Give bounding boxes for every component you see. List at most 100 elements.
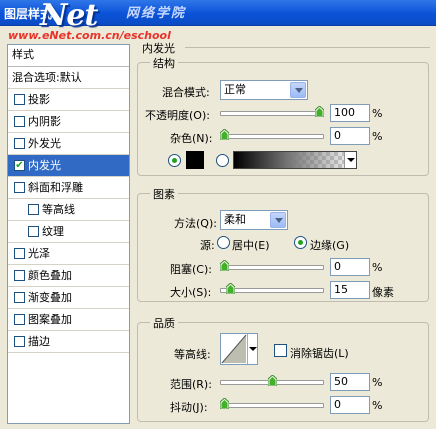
style-list-item[interactable]: 描边 (8, 331, 129, 353)
contour-label: 等高线: (174, 348, 211, 361)
jitter-unit: % (372, 399, 383, 412)
chevron-down-icon[interactable] (290, 82, 306, 98)
choke-label: 阻塞(C): (170, 263, 212, 276)
style-list-item-label: 描边 (28, 335, 50, 348)
source-center-label: 居中(E) (232, 239, 270, 252)
style-list-item-label: 外发光 (28, 137, 61, 150)
style-list-item-label: 斜面和浮雕 (28, 181, 83, 194)
opacity-input[interactable]: 100 (330, 104, 370, 122)
range-label: 范围(R): (170, 378, 212, 391)
style-list-item[interactable]: 混合选项:默认 (8, 67, 129, 89)
noise-slider-track[interactable] (220, 134, 324, 139)
color-fill-radio[interactable] (168, 154, 181, 167)
structure-group-title: 结构 (150, 55, 178, 71)
style-checkbox[interactable] (14, 270, 25, 281)
style-list-item-label: 等高线 (42, 203, 75, 216)
choke-slider-thumb[interactable] (220, 260, 229, 271)
style-list-item-label: 颜色叠加 (28, 269, 72, 282)
contour-preview-icon (221, 334, 247, 364)
size-input[interactable]: 15 (330, 281, 370, 299)
source-center-radio[interactable] (217, 236, 230, 249)
style-list-item[interactable]: 投影 (8, 89, 129, 111)
style-checkbox[interactable] (14, 182, 25, 193)
jitter-input[interactable]: 0 (330, 396, 370, 414)
size-slider-thumb[interactable] (225, 283, 235, 294)
style-checkbox[interactable] (14, 248, 25, 259)
opacity-label: 不透明度(O): (145, 109, 210, 122)
chevron-down-icon[interactable] (270, 212, 286, 228)
style-list-item-label: 混合选项:默认 (12, 71, 82, 84)
style-list-item[interactable]: ✔ 内发光 (8, 155, 129, 177)
style-list-item[interactable]: 渐变叠加 (8, 287, 129, 309)
size-slider-track[interactable] (220, 288, 324, 293)
antialias-checkbox[interactable] (274, 344, 287, 357)
size-unit: 像素 (372, 286, 394, 299)
style-list-item[interactable]: 纹理 (8, 221, 129, 243)
style-list-header[interactable]: 样式 (8, 45, 129, 67)
antialias-label: 消除锯齿(L) (290, 347, 349, 360)
style-list-item[interactable]: 光泽 (8, 243, 129, 265)
style-checkbox[interactable] (14, 94, 25, 105)
style-list-item-label: 内发光 (28, 159, 61, 172)
range-input[interactable]: 50 (330, 373, 370, 391)
style-list-item[interactable]: 内阴影 (8, 111, 129, 133)
style-checkbox[interactable] (14, 138, 25, 149)
range-unit: % (372, 376, 383, 389)
glow-color-swatch[interactable] (186, 151, 204, 169)
source-edge-radio[interactable] (294, 236, 307, 249)
style-list-item-label: 渐变叠加 (28, 291, 72, 304)
choke-input[interactable]: 0 (330, 258, 370, 276)
opacity-unit: % (372, 107, 383, 120)
panel-title-divider (185, 47, 430, 48)
style-list-item[interactable]: 颜色叠加 (8, 265, 129, 287)
size-label: 大小(S): (170, 286, 212, 299)
chevron-down-icon[interactable] (344, 152, 356, 168)
title-bar: 图层样式 Net 网络学院 (0, 0, 436, 33)
style-list-item[interactable]: 图案叠加 (8, 309, 129, 331)
style-checkbox[interactable] (14, 314, 25, 325)
style-checkbox[interactable] (28, 226, 39, 237)
style-checkbox[interactable] (14, 336, 25, 347)
noise-unit: % (372, 130, 383, 143)
style-list: 样式 混合选项:默认 投影 内阴影 外发光 ✔ 内发光 斜面和浮雕 等高线 纹理 光泽 颜色叠加 渐变… (7, 44, 130, 424)
blend-mode-label: 混合模式: (162, 86, 210, 99)
blend-mode-select[interactable]: 正常 (220, 80, 308, 100)
panel-title: 内发光 (142, 42, 175, 55)
gradient-picker[interactable] (233, 151, 357, 169)
method-label: 方法(Q): (174, 217, 217, 230)
noise-label: 杂色(N): (170, 132, 213, 145)
method-select[interactable]: 柔和 (220, 210, 288, 230)
jitter-slider-track[interactable] (220, 403, 324, 408)
style-list-item[interactable]: 斜面和浮雕 (8, 177, 129, 199)
jitter-slider-thumb[interactable] (220, 398, 229, 409)
quality-group-title: 品质 (150, 315, 178, 331)
source-label: 源: (200, 239, 215, 252)
source-edge-label: 边缘(G) (310, 239, 350, 252)
style-checkbox[interactable] (28, 204, 39, 215)
style-list-item[interactable]: 等高线 (8, 199, 129, 221)
choke-unit: % (372, 261, 383, 274)
style-list-item[interactable]: 外发光 (8, 133, 129, 155)
gradient-fill-radio[interactable] (216, 154, 229, 167)
style-list-item-label: 纹理 (42, 225, 64, 238)
chevron-down-icon[interactable] (247, 334, 257, 364)
style-checkbox[interactable]: ✔ (14, 160, 25, 171)
style-list-item-label: 光泽 (28, 247, 50, 260)
noise-slider-thumb[interactable] (220, 129, 229, 140)
method-value: 柔和 (224, 213, 246, 226)
noise-input[interactable]: 0 (330, 127, 370, 145)
choke-slider-track[interactable] (220, 265, 324, 270)
jitter-label: 抖动(J): (170, 401, 208, 414)
opacity-slider-track[interactable] (220, 111, 324, 116)
style-checkbox[interactable] (14, 116, 25, 127)
style-list-item-label: 投影 (28, 93, 50, 106)
watermark-text: 网络学院 (126, 6, 187, 21)
opacity-slider-thumb[interactable] (315, 106, 324, 117)
style-checkbox[interactable] (14, 292, 25, 303)
style-list-item-label: 内阴影 (28, 115, 61, 128)
contour-picker[interactable] (220, 333, 258, 365)
range-slider-thumb[interactable] (267, 375, 277, 386)
style-list-item-label: 图案叠加 (28, 313, 72, 326)
elements-group-title: 图素 (150, 186, 178, 202)
blend-mode-value: 正常 (224, 83, 246, 96)
